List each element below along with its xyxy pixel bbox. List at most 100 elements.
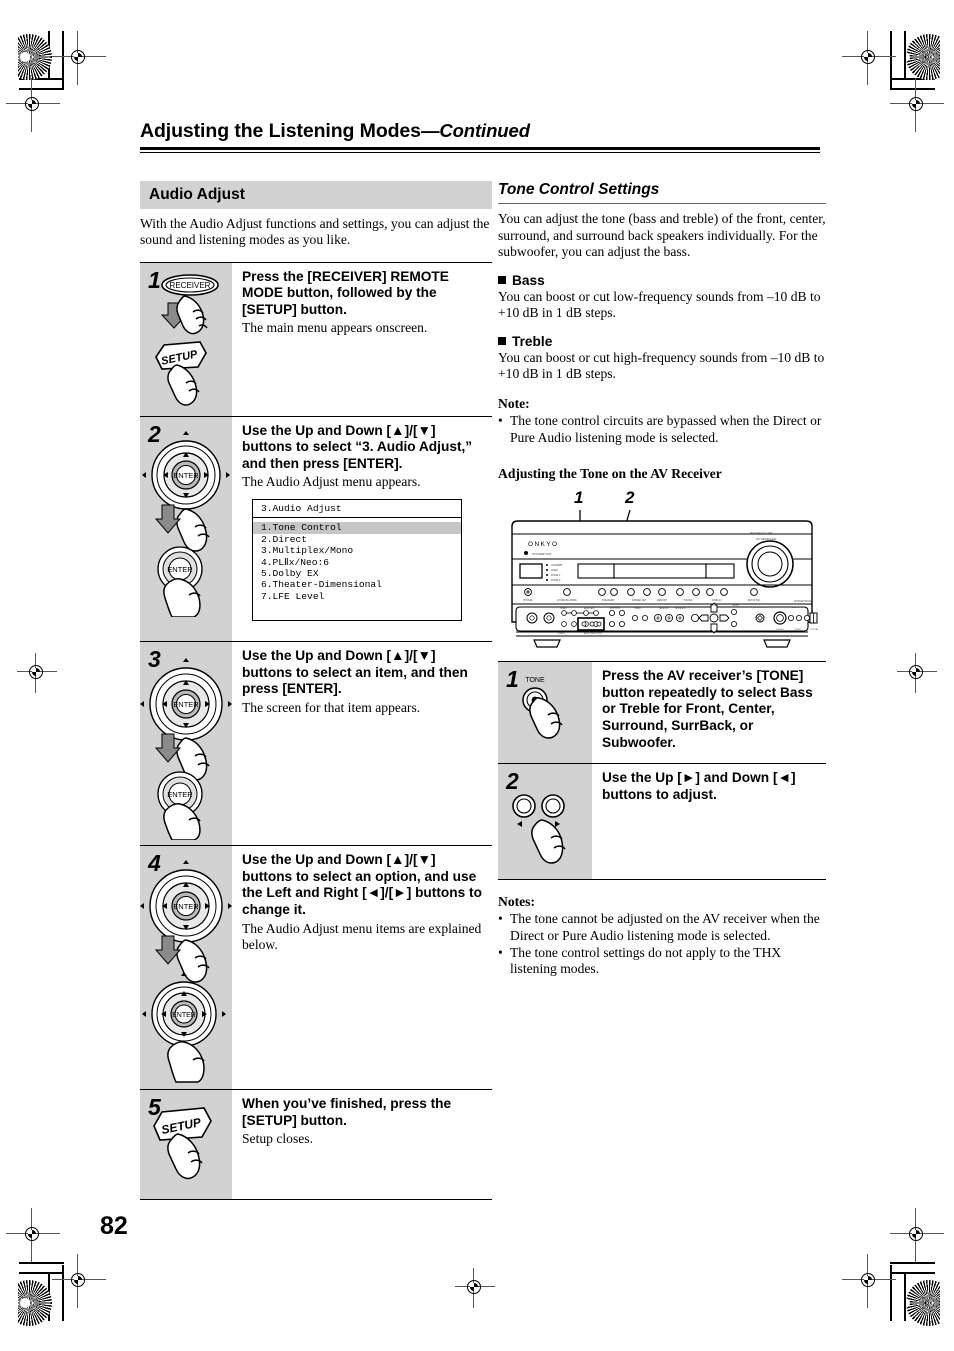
registration-mark-top-left-low bbox=[6, 78, 60, 132]
svg-text:ENTER: ENTER bbox=[167, 790, 193, 799]
note-item-text: The tone control circuits are bypassed w… bbox=[510, 413, 822, 445]
svg-text:HDMI: HDMI bbox=[551, 568, 558, 572]
step-row: 2 Use the Up [►] and Down [◄] buttons to… bbox=[498, 764, 826, 881]
receiver-section-heading: Adjusting the Tone on the AV Receiver bbox=[498, 466, 722, 482]
audio-adjust-intro: With the Audio Adjust functions and sett… bbox=[140, 215, 490, 248]
left-arrow-glyph bbox=[517, 821, 522, 828]
star-target-top-left bbox=[18, 34, 52, 80]
step-number: 2 bbox=[506, 768, 519, 795]
bullet-icon: • bbox=[498, 944, 503, 960]
page-header: Adjusting the Listening Modes—Continued bbox=[140, 120, 820, 153]
svg-text:AUDIO ADJ: AUDIO ADJ bbox=[584, 607, 595, 610]
bass-heading-label: Bass bbox=[512, 272, 545, 288]
receiver-front-panel-diagram: ONKYO AV RECEIVER STANDBY/ON STANDBYHDMI bbox=[511, 509, 819, 648]
callout-number-1: 1 bbox=[574, 488, 584, 508]
svg-text:MASTER ROOM: MASTER ROOM bbox=[794, 600, 812, 603]
step-number: 3 bbox=[148, 646, 161, 673]
step-number-cell: 3 ENTER ENTER bbox=[140, 642, 232, 846]
svg-text:OPTICAL: OPTICAL bbox=[810, 628, 819, 631]
svg-text:ZONE 2: ZONE 2 bbox=[551, 573, 561, 577]
registration-mark-mid-left bbox=[17, 653, 57, 693]
treble-body: You can boost or cut high-frequency soun… bbox=[498, 349, 825, 381]
step-heading: Press the AV receiver’s [TONE] button re… bbox=[602, 668, 813, 750]
star-target-bottom-left bbox=[18, 1280, 52, 1326]
page-title: Adjusting the Listening Modes—Continued bbox=[140, 120, 820, 147]
svg-text:ONKYO: ONKYO bbox=[528, 541, 558, 548]
registration-mark-mid-right bbox=[897, 653, 937, 693]
step-number-cell: 2 bbox=[498, 764, 592, 880]
step-text-cell: Use the Up and Down [▲]/[▼] buttons to s… bbox=[232, 417, 492, 641]
step-number-cell: 1 RECEIVER SETUP bbox=[140, 262, 232, 416]
svg-text:TUNER: TUNER bbox=[634, 608, 641, 610]
svg-text:STANDBY/ON: STANDBY/ON bbox=[532, 552, 551, 556]
svg-text:VIDEO: VIDEO bbox=[795, 629, 802, 631]
treble-heading: Treble bbox=[498, 334, 826, 349]
svg-text:AUX INPUT: AUX INPUT bbox=[793, 606, 804, 609]
step-number-cell: 1 TONE bbox=[498, 662, 592, 764]
osd-menu-item: 7.LFE Level bbox=[261, 590, 325, 602]
osd-menu-item: 2.Direct bbox=[261, 533, 308, 545]
registration-mark-bottom-left-high bbox=[6, 1208, 60, 1262]
svg-text:ZONE 3: ZONE 3 bbox=[558, 633, 566, 635]
svg-text:ENTER: ENTER bbox=[172, 1012, 196, 1019]
osd-menu-list: 1.Tone Control 2.Direct 3.Multiplex/Mono… bbox=[253, 518, 461, 620]
section-heading-audio-adjust: Audio Adjust bbox=[140, 180, 492, 209]
svg-text:STANDBY: STANDBY bbox=[551, 563, 563, 567]
step-number: 2 bbox=[148, 420, 161, 447]
osd-menu-screenshot: 3.Audio Adjust 1.Tone Control 2.Direct 3… bbox=[252, 498, 462, 622]
svg-text:RECEIVER: RECEIVER bbox=[170, 281, 211, 290]
note-item: • The tone control circuits are bypassed… bbox=[498, 413, 826, 446]
step-number: 1 bbox=[148, 266, 161, 293]
tone-control-intro: You can adjust the tone (bass and treble… bbox=[498, 211, 826, 260]
star-target-bottom-right bbox=[906, 1280, 940, 1326]
treble-heading-label: Treble bbox=[512, 333, 553, 349]
svg-text:ENTER: ENTER bbox=[173, 700, 199, 709]
svg-text:MEMORY: MEMORY bbox=[657, 600, 668, 602]
dpad-dpad-buttons-icon: ENTER ENTER bbox=[140, 860, 232, 1083]
page-title-main: Adjusting the Listening Modes bbox=[140, 120, 421, 142]
osd-menu-item: 5.Dolby EX bbox=[261, 567, 319, 579]
left-column: Audio Adjust With the Audio Adjust funct… bbox=[140, 180, 492, 1201]
bullet-icon: • bbox=[498, 911, 503, 927]
step-text-cell: Press the [RECEIVER] REMOTE MODE button,… bbox=[232, 263, 492, 416]
step-heading: Use the Up [►] and Down [◄] buttons to a… bbox=[602, 770, 796, 802]
right-arrow-glyph bbox=[555, 821, 560, 828]
step-row: 2 ENTER ENTER Use the Up and Down [▲]/[▼… bbox=[140, 416, 492, 643]
av-receiver-illustration: 1 2 ONKYO AV RECEIVER STANDBY/ON STANDBY… bbox=[498, 488, 826, 648]
step-body: The screen for that item appears. bbox=[242, 699, 421, 715]
svg-text:SETUP MIC: SETUP MIC bbox=[748, 600, 761, 602]
step-body: The Audio Adjust menu items are explaine… bbox=[242, 920, 482, 952]
note-item: • The tone cannot be adjusted on the AV … bbox=[498, 911, 826, 944]
step-body: The Audio Adjust menu appears. bbox=[242, 474, 421, 490]
svg-text:PHONES: PHONES bbox=[523, 600, 533, 602]
osd-menu-item: 3.Multiplex/Mono bbox=[261, 545, 354, 557]
step-number: 1 bbox=[506, 666, 519, 693]
svg-text:MASTER VOLUME: MASTER VOLUME bbox=[750, 531, 773, 535]
step-number: 5 bbox=[148, 1094, 161, 1121]
square-bullet-icon bbox=[498, 275, 506, 284]
page-number: 82 bbox=[100, 1212, 128, 1240]
osd-menu-item: 6.Theater-Dimensional bbox=[261, 579, 382, 591]
bass-heading: Bass bbox=[498, 273, 826, 288]
step-number: 4 bbox=[148, 850, 161, 877]
header-rule-thick bbox=[140, 147, 820, 150]
osd-menu-title: 3.Audio Adjust bbox=[253, 500, 461, 519]
svg-text:SPEAKERS: SPEAKERS bbox=[602, 599, 615, 602]
manual-page: Adjusting the Listening Modes—Continued … bbox=[0, 0, 954, 1351]
registration-mark-bottom-right bbox=[842, 1254, 896, 1308]
registration-mark-top-left bbox=[52, 31, 106, 85]
svg-text:ZONE 2: ZONE 2 bbox=[560, 608, 568, 610]
svg-text:DIMMER SET: DIMMER SET bbox=[632, 600, 647, 602]
note-item-text: The tone control settings do not apply t… bbox=[510, 944, 782, 977]
svg-text:TUNING: TUNING bbox=[684, 600, 693, 602]
step-row: 1 TONE Press the AV receiver’s [TONE] bu… bbox=[498, 662, 826, 765]
step-text-cell: Use the Up and Down [▲]/[▼] buttons to s… bbox=[232, 642, 492, 845]
step-number-cell: 2 ENTER ENTER bbox=[140, 416, 232, 642]
step-body: Setup closes. bbox=[242, 1131, 313, 1147]
svg-text:TONE: TONE bbox=[525, 677, 545, 684]
step-row: 5 SETUP When you’ve finished, press the … bbox=[140, 1090, 492, 1201]
step-body: The main menu appears onscreen. bbox=[242, 320, 428, 336]
svg-text:ZONE 3: ZONE 3 bbox=[551, 578, 561, 582]
callout-number-2: 2 bbox=[625, 488, 635, 508]
osd-menu-item: 4.PLⅡx/Neo:6 bbox=[261, 556, 330, 568]
